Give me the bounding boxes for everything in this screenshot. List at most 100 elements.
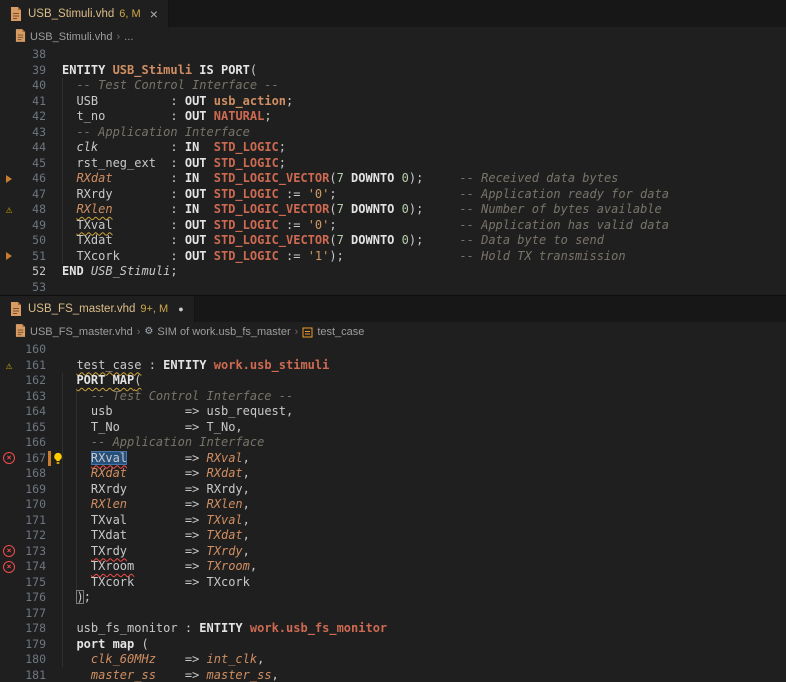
code-text: RXdat => RXdat, xyxy=(62,466,786,482)
code-line[interactable]: ⚠48 RXlen : IN STD_LOGIC_VECTOR(7 DOWNTO… xyxy=(0,202,786,218)
code-line[interactable]: 44 clk : IN STD_LOGIC; xyxy=(0,140,786,156)
code-line[interactable]: 53 xyxy=(0,280,786,296)
code-line[interactable]: 52END USB_Stimuli; xyxy=(0,264,786,280)
line-number: 44 xyxy=(18,140,46,156)
gutter-decoration-slot xyxy=(46,497,62,513)
unsaved-changes-dot-icon[interactable]: ● xyxy=(178,304,183,314)
vhdl-file-icon xyxy=(15,29,26,45)
code-line[interactable]: 178 usb_fs_monitor : ENTITY work.usb_fs_… xyxy=(0,621,786,637)
line-number: 176 xyxy=(18,590,46,606)
modified-marker-icon xyxy=(6,175,12,183)
gutter-glyph-margin xyxy=(0,389,18,405)
gutter-decoration-slot xyxy=(46,109,62,125)
gutter-decoration-slot xyxy=(46,668,62,682)
code-line[interactable]: 172 TXdat => TXdat, xyxy=(0,528,786,544)
code-line[interactable]: 39 ENTITY USB_Stimuli IS PORT( xyxy=(0,63,786,79)
warning-icon: ⚠ xyxy=(6,360,13,371)
code-line[interactable]: ⚠161 test_case : ENTITY work.usb_stimuli xyxy=(0,358,786,374)
code-line[interactable]: 175 TXcork => TXcork xyxy=(0,575,786,591)
code-line[interactable]: 41 USB : OUT usb_action; xyxy=(0,94,786,110)
breadcrumb-item[interactable]: USB_FS_master.vhd xyxy=(15,324,133,340)
gutter-decoration-slot xyxy=(46,590,62,606)
code-line[interactable]: ×174 TXroom => TXroom, xyxy=(0,559,786,575)
tab-label: USB_FS_master.vhd xyxy=(28,303,135,315)
code-line[interactable]: 166 -- Application Interface xyxy=(0,435,786,451)
code-line[interactable]: 181 master_ss => master_ss, xyxy=(0,668,786,682)
code-line[interactable]: 49 TXval : OUT STD_LOGIC := '0'; -- Appl… xyxy=(0,218,786,234)
code-line[interactable]: 45 rst_neg_ext : OUT STD_LOGIC; xyxy=(0,156,786,172)
breadcrumb-item[interactable]: ⚙SIM of work.usb_fs_master xyxy=(144,326,290,338)
tab-problems-modified-badge: 9+, M xyxy=(140,303,168,315)
gutter-glyph-margin xyxy=(0,264,18,280)
gutter-decoration-slot xyxy=(46,373,62,389)
breadcrumb-item[interactable]: USB_Stimuli.vhd xyxy=(15,29,113,45)
line-number: 180 xyxy=(18,652,46,668)
code-line[interactable]: 47 RXrdy : OUT STD_LOGIC := '0'; -- Appl… xyxy=(0,187,786,203)
code-line[interactable]: 42 t_no : OUT NATURAL; xyxy=(0,109,786,125)
gutter-decoration-slot xyxy=(46,482,62,498)
code-line[interactable]: 177 xyxy=(0,606,786,622)
breadcrumb: USB_Stimuli.vhd›... xyxy=(0,27,786,47)
code-editor[interactable]: 3839 ENTITY USB_Stimuli IS PORT(40 -- Tes… xyxy=(0,47,786,295)
gutter-decoration-slot xyxy=(46,249,62,265)
breadcrumb-item[interactable]: ... xyxy=(124,31,133,43)
code-line[interactable]: 179 port map ( xyxy=(0,637,786,653)
testcase-symbol-icon xyxy=(302,327,313,338)
gutter-glyph-margin xyxy=(0,590,18,606)
code-line[interactable]: 38 xyxy=(0,47,786,63)
tab-usb-stimuli[interactable]: USB_Stimuli.vhd 6, M × xyxy=(0,0,169,27)
line-number: 39 xyxy=(18,63,46,79)
gutter-decoration-slot xyxy=(46,544,62,560)
code-line[interactable]: 171 TXval => TXval, xyxy=(0,513,786,529)
line-number: 169 xyxy=(18,482,46,498)
code-text: test_case : ENTITY work.usb_stimuli xyxy=(62,358,786,374)
code-text xyxy=(62,342,786,358)
gutter-decoration-slot xyxy=(46,575,62,591)
line-number: 165 xyxy=(18,420,46,436)
line-number: 51 xyxy=(18,249,46,265)
code-text: TXval : OUT STD_LOGIC := '0'; -- Applica… xyxy=(62,218,786,234)
gutter-decoration-slot xyxy=(46,435,62,451)
code-line[interactable]: 43 -- Application Interface xyxy=(0,125,786,141)
code-line[interactable]: ×167 RXval => RXval, xyxy=(0,451,786,467)
code-line[interactable]: 50 TXdat : OUT STD_LOGIC_VECTOR(7 DOWNTO… xyxy=(0,233,786,249)
breadcrumb-item[interactable]: test_case xyxy=(302,326,364,338)
code-line[interactable]: 169 RXrdy => RXrdy, xyxy=(0,482,786,498)
breadcrumb: USB_FS_master.vhd›⚙SIM of work.usb_fs_ma… xyxy=(0,322,786,342)
code-line[interactable]: 162 PORT MAP( xyxy=(0,373,786,389)
breadcrumb-label: SIM of work.usb_fs_master xyxy=(157,326,290,338)
code-line[interactable]: 40 -- Test Control Interface -- xyxy=(0,78,786,94)
code-line[interactable]: 168 RXdat => RXdat, xyxy=(0,466,786,482)
line-number: 181 xyxy=(18,668,46,682)
code-line[interactable]: 165 T_No => T_No, xyxy=(0,420,786,436)
code-text: TXcork : OUT STD_LOGIC := '1'); -- Hold … xyxy=(62,249,786,265)
code-text: ENTITY USB_Stimuli IS PORT( xyxy=(62,63,786,79)
code-line[interactable]: 160 xyxy=(0,342,786,358)
tab-problems-modified-badge: 6, M xyxy=(119,8,140,20)
code-line[interactable]: 180 clk_60MHz => int_clk, xyxy=(0,652,786,668)
code-line[interactable]: 51 TXcork : OUT STD_LOGIC := '1'); -- Ho… xyxy=(0,249,786,265)
tab-usb-fs-master[interactable]: USB_FS_master.vhd 9+, M ● xyxy=(0,296,195,322)
code-editor[interactable]: 160⚠161 test_case : ENTITY work.usb_stim… xyxy=(0,342,786,682)
breadcrumb-separator-icon: › xyxy=(295,326,299,338)
line-number: 177 xyxy=(18,606,46,622)
close-icon[interactable]: × xyxy=(150,7,158,21)
code-text: RXlen : IN STD_LOGIC_VECTOR(7 DOWNTO 0);… xyxy=(62,202,786,218)
code-line[interactable]: ×173 TXrdy => TXrdy, xyxy=(0,544,786,560)
code-line[interactable]: 176 ); xyxy=(0,590,786,606)
code-line[interactable]: 170 RXlen => RXlen, xyxy=(0,497,786,513)
gutter-decoration-slot xyxy=(46,404,62,420)
vhdl-file-icon xyxy=(15,324,26,340)
code-text: clk_60MHz => int_clk, xyxy=(62,652,786,668)
code-line[interactable]: 164 usb => usb_request, xyxy=(0,404,786,420)
gutter-decoration-slot xyxy=(46,233,62,249)
line-number: 166 xyxy=(18,435,46,451)
code-text: -- Test Control Interface -- xyxy=(62,78,786,94)
code-text: TXdat : OUT STD_LOGIC_VECTOR(7 DOWNTO 0)… xyxy=(62,233,786,249)
line-number: 50 xyxy=(18,233,46,249)
breadcrumb-separator-icon: › xyxy=(137,326,141,338)
code-line[interactable]: 163 -- Test Control Interface -- xyxy=(0,389,786,405)
gutter-decoration-slot xyxy=(46,451,62,467)
line-number: 38 xyxy=(18,47,46,63)
code-line[interactable]: 46 RXdat : IN STD_LOGIC_VECTOR(7 DOWNTO … xyxy=(0,171,786,187)
